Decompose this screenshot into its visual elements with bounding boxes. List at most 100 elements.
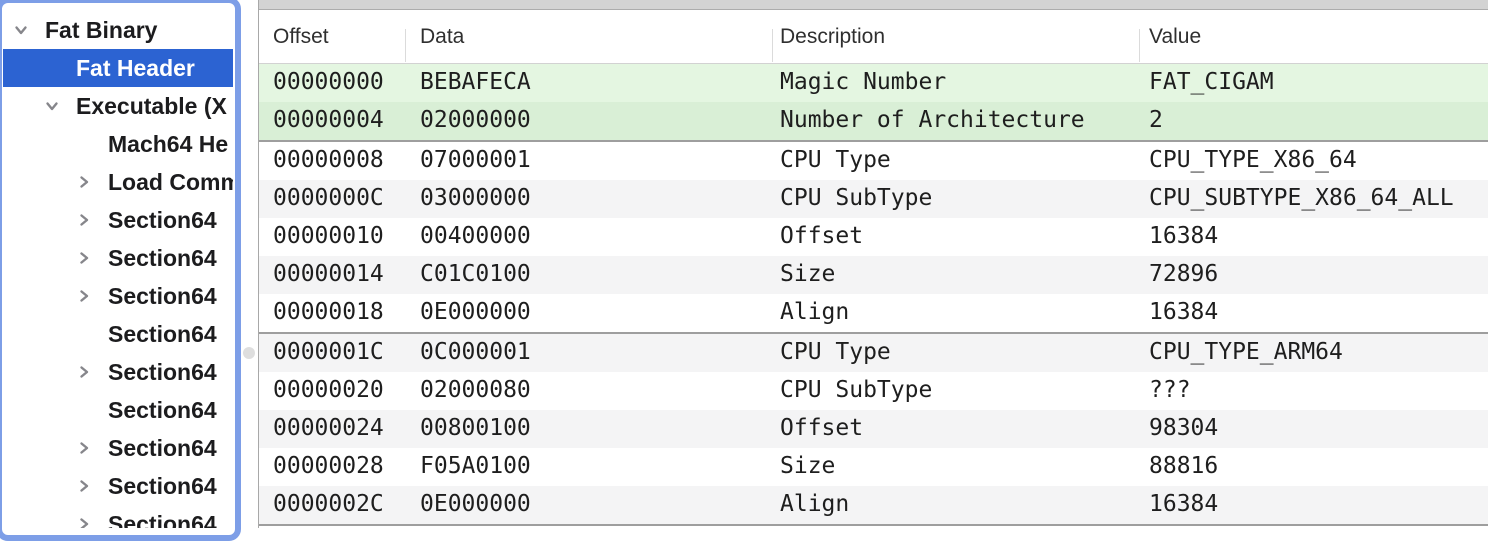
tree-item[interactable]: Mach64 He (3, 125, 233, 163)
table-row[interactable]: 00000020 02000080 CPU SubType ??? (259, 372, 1488, 410)
tree-item[interactable]: Section64 (3, 391, 233, 429)
tree-item[interactable]: Section64 (3, 201, 233, 239)
cell-data: 02000080 (420, 372, 531, 410)
tree-item-label: Fat Header (76, 55, 195, 82)
cell-data: 0E000000 (420, 486, 531, 524)
table-row[interactable]: 00000024 00800100 Offset 98304 (259, 410, 1488, 448)
cell-value: 98304 (1149, 410, 1218, 448)
tree-item[interactable]: Section64 (3, 277, 233, 315)
cell-data: F05A0100 (420, 448, 531, 486)
tree-item-label: Mach64 He (108, 131, 228, 158)
tree-item[interactable]: Load Comm (3, 163, 233, 201)
tree-item-label: Section64 (108, 397, 217, 424)
cell-offset: 0000001C (273, 334, 384, 372)
table-panel: Offset Data Description Value 00000000 B… (258, 0, 1488, 528)
table-row[interactable]: 00000008 07000001 CPU Type CPU_TYPE_X86_… (259, 142, 1488, 180)
cell-description: Number of Architecture (780, 102, 1085, 140)
cell-value: CPU_TYPE_X86_64 (1149, 142, 1357, 180)
tree-item-label: Load Comm (108, 169, 233, 196)
cell-value: 72896 (1149, 256, 1218, 294)
cell-offset: 00000004 (273, 102, 384, 140)
chevron-right-icon[interactable] (76, 212, 108, 228)
cell-data: 02000000 (420, 102, 531, 140)
cell-description: Align (780, 486, 849, 524)
sidebar: Fat Binary Fat Header Executable (X Mach… (3, 0, 233, 528)
column-divider[interactable] (405, 29, 406, 62)
cell-data: 07000001 (420, 142, 531, 180)
table-row[interactable]: 0000002C 0E000000 Align 16384 (259, 486, 1488, 526)
table-row[interactable]: 00000010 00400000 Offset 16384 (259, 218, 1488, 256)
cell-description: Offset (780, 218, 863, 256)
chevron-right-icon[interactable] (76, 364, 108, 380)
chevron-right-icon[interactable] (76, 136, 108, 152)
table-body: 00000000 BEBAFECA Magic Number FAT_CIGAM… (259, 64, 1488, 526)
chevron-right-icon[interactable] (76, 440, 108, 456)
pane-splitter-handle[interactable] (243, 347, 255, 359)
chevron-right-icon[interactable] (76, 516, 108, 528)
tree-item[interactable]: Section64 (3, 239, 233, 277)
tree-item[interactable]: Section64 (3, 467, 233, 505)
column-divider[interactable] (772, 29, 773, 62)
tree-item[interactable]: Section64 (3, 353, 233, 391)
table-row[interactable]: 0000000C 03000000 CPU SubType CPU_SUBTYP… (259, 180, 1488, 218)
cell-description: CPU SubType (780, 372, 932, 410)
cell-value: 16384 (1149, 218, 1218, 256)
tree-item[interactable]: Section64 (3, 315, 233, 353)
tree-item-label: Section64 (108, 473, 217, 500)
chevron-down-icon[interactable] (13, 22, 45, 38)
cell-offset: 0000002C (273, 486, 384, 524)
sidebar-tree: Fat Binary Fat Header Executable (X Mach… (3, 0, 233, 528)
tree-item-label: Section64 (108, 359, 217, 386)
cell-offset: 00000018 (273, 294, 384, 332)
table-row[interactable]: 00000018 0E000000 Align 16384 (259, 294, 1488, 334)
tree-item-label: Executable (X (76, 93, 227, 120)
cell-value: 16384 (1149, 294, 1218, 332)
chevron-right-icon[interactable] (44, 60, 76, 76)
chevron-right-icon[interactable] (76, 174, 108, 190)
table-row[interactable]: 0000001C 0C000001 CPU Type CPU_TYPE_ARM6… (259, 334, 1488, 372)
cell-value: CPU_TYPE_ARM64 (1149, 334, 1343, 372)
chevron-right-icon[interactable] (76, 326, 108, 342)
cell-data: 00800100 (420, 410, 531, 448)
cell-data: C01C0100 (420, 256, 531, 294)
table-row[interactable]: 00000014 C01C0100 Size 72896 (259, 256, 1488, 294)
cell-description: Magic Number (780, 64, 946, 102)
tree-item-label: Section64 (108, 245, 217, 272)
table-row[interactable]: 00000028 F05A0100 Size 88816 (259, 448, 1488, 486)
cell-description: CPU Type (780, 334, 891, 372)
chevron-down-icon[interactable] (44, 98, 76, 114)
cell-value: 88816 (1149, 448, 1218, 486)
cell-offset: 00000008 (273, 142, 384, 180)
chevron-right-icon[interactable] (76, 288, 108, 304)
cell-description: CPU Type (780, 142, 891, 180)
column-header-value[interactable]: Value (1149, 10, 1201, 63)
column-header-data[interactable]: Data (420, 10, 464, 63)
cell-offset: 00000000 (273, 64, 384, 102)
table-top-strip (259, 0, 1488, 10)
cell-data: 00400000 (420, 218, 531, 256)
tree-item-label: Section64 (108, 435, 217, 462)
tree-item-label: Section64 (108, 283, 217, 310)
tree-item[interactable]: Executable (X (3, 87, 233, 125)
column-header-description[interactable]: Description (780, 10, 885, 63)
table-row[interactable]: 00000004 02000000 Number of Architecture… (259, 102, 1488, 142)
cell-offset: 00000028 (273, 448, 384, 486)
cell-data: 03000000 (420, 180, 531, 218)
tree-item[interactable]: Fat Binary (3, 11, 233, 49)
column-divider[interactable] (1139, 29, 1140, 62)
cell-offset: 00000020 (273, 372, 384, 410)
tree-item[interactable]: Section64 (3, 505, 233, 528)
cell-description: Align (780, 294, 849, 332)
tree-item[interactable]: Section64 (3, 429, 233, 467)
tree-item-label: Section64 (108, 207, 217, 234)
chevron-right-icon[interactable] (76, 250, 108, 266)
chevron-right-icon[interactable] (76, 478, 108, 494)
cell-offset: 00000014 (273, 256, 384, 294)
tree-item[interactable]: Fat Header (3, 49, 233, 87)
cell-value: FAT_CIGAM (1149, 64, 1274, 102)
chevron-right-icon[interactable] (76, 402, 108, 418)
column-header-offset[interactable]: Offset (273, 10, 329, 63)
table-row[interactable]: 00000000 BEBAFECA Magic Number FAT_CIGAM (259, 64, 1488, 102)
table-header: Offset Data Description Value (259, 10, 1488, 64)
cell-offset: 0000000C (273, 180, 384, 218)
